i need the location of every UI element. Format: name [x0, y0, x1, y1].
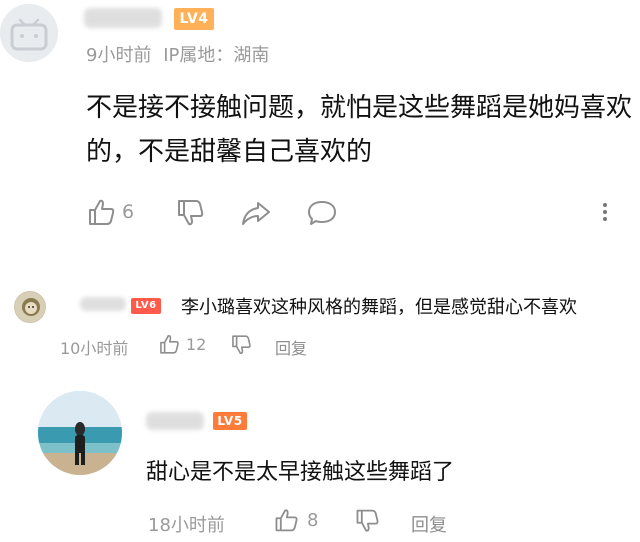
dislike-button[interactable] — [230, 334, 252, 356]
level-badge: LV5 — [213, 412, 247, 430]
thumbs-down-icon — [178, 200, 204, 226]
thumbs-down-icon — [232, 335, 251, 355]
avatar[interactable] — [38, 391, 122, 475]
share-button[interactable] — [240, 198, 272, 228]
like-button[interactable]: 6 — [86, 197, 134, 227]
level-badge: LV6 — [131, 298, 161, 314]
more-options-icon[interactable] — [600, 200, 610, 228]
like-count: 6 — [122, 201, 135, 223]
like-button[interactable]: 12 — [158, 333, 206, 355]
comment-text: 不是接不接触问题，就怕是这些舞蹈是她妈喜欢的，不是甜馨自己喜欢的 — [86, 93, 633, 167]
avatar[interactable] — [0, 4, 58, 62]
thumbs-down-icon — [356, 509, 379, 532]
like-button[interactable]: 8 — [273, 507, 318, 533]
reply-time: 10小时前 — [60, 339, 129, 358]
dislike-button[interactable] — [175, 198, 205, 228]
reply-text: 李小璐喜欢这种风格的舞蹈，但是感觉甜心不喜欢 — [181, 297, 577, 318]
like-count: 8 — [307, 509, 319, 531]
level-badge: LV4 — [174, 8, 214, 30]
ip-location: IP属地：湖南 — [163, 45, 270, 66]
avatar[interactable] — [14, 291, 46, 323]
avatar-image — [15, 292, 45, 322]
share-icon — [242, 202, 270, 225]
thumbs-up-icon — [160, 334, 179, 354]
avatar-image — [38, 391, 122, 475]
comment-meta: 9小时前 IP属地：湖南 — [86, 41, 269, 67]
username-redacted[interactable] — [84, 8, 162, 28]
reply-button[interactable]: 回复 — [411, 511, 447, 537]
comment-time: 9小时前 — [86, 45, 152, 66]
reply-text: 甜心是不是太早接触这些舞蹈了 — [146, 460, 455, 485]
bilibili-tv-icon — [0, 4, 58, 62]
reply-button[interactable]: 回复 — [275, 335, 307, 359]
username-redacted[interactable] — [146, 412, 204, 430]
comment-button[interactable] — [306, 198, 338, 228]
thumbs-up-icon — [89, 199, 115, 225]
thumbs-up-icon — [275, 509, 298, 532]
dislike-button[interactable] — [354, 508, 380, 534]
comment-bubble-icon — [308, 201, 336, 225]
like-count: 12 — [186, 334, 207, 354]
reply-time: 18小时前 — [148, 515, 225, 536]
username-redacted[interactable] — [80, 297, 126, 311]
